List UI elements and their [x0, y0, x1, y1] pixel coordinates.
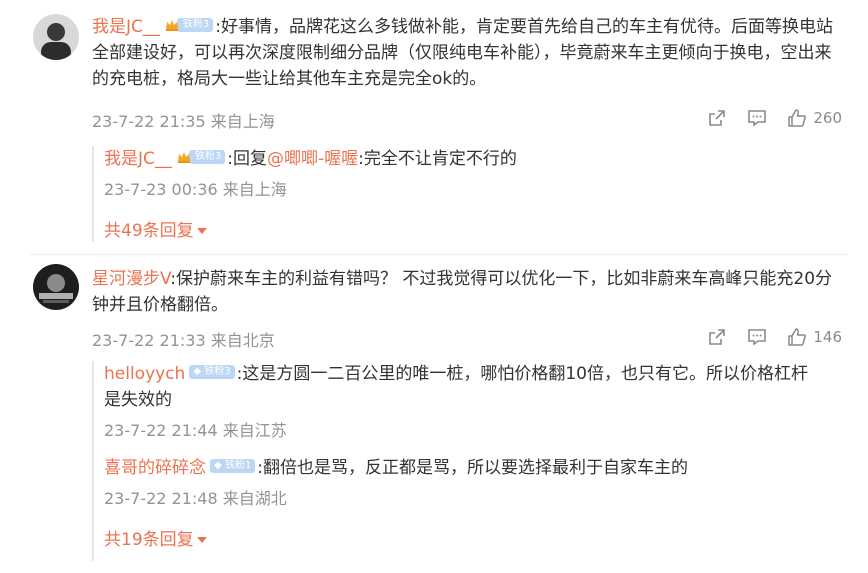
- fan-badge: 铁粉3: [164, 12, 214, 38]
- reply-item: 喜哥的碎碎念 ◆ 铁粉1:翻倍也是骂，反正都是骂，所以要选择最利于自家车主的 23…: [94, 455, 824, 550]
- reply-text: :完全不让肯定不行的: [358, 149, 517, 169]
- comment-meta: 23-7-22 21:33 来自北京: [92, 331, 275, 350]
- reply-text: :翻倍也是骂，反正都是骂，所以要选择最利于自家车主的: [257, 458, 688, 478]
- comment-username[interactable]: 星河漫步V: [92, 269, 170, 289]
- more-replies-button[interactable]: 共49条回复: [104, 216, 824, 241]
- comment-icon[interactable]: [747, 108, 767, 128]
- comment-text: :保护蔚来车主的利益有错吗？ 不过我觉得可以优化一下，比如非蔚来车高峰只能充20…: [92, 269, 833, 315]
- share-icon[interactable]: [707, 108, 727, 128]
- comment-username[interactable]: 我是JC__: [92, 17, 160, 37]
- reply-meta: 23-7-23 00:36 来自上海: [104, 180, 287, 199]
- reply-list: 我是JC__ 铁粉3:回复@唧唧-喔喔:完全不让肯定不行的 23-7-23 00:…: [92, 146, 824, 242]
- reply-item: 我是JC__ 铁粉3:回复@唧唧-喔喔:完全不让肯定不行的 23-7-23 00:…: [94, 146, 824, 241]
- share-icon[interactable]: [707, 327, 727, 347]
- crown-icon: [177, 152, 190, 163]
- fan-badge: ◆ 铁粉3: [189, 359, 235, 385]
- like-icon[interactable]: [787, 108, 807, 128]
- comment-actions: 146: [707, 327, 842, 347]
- reply-username[interactable]: 我是JC__: [104, 149, 172, 169]
- reply-content: 我是JC__ 铁粉3:回复@唧唧-喔喔:完全不让肯定不行的: [104, 146, 824, 172]
- crown-icon: [165, 20, 178, 31]
- like-icon[interactable]: [787, 327, 807, 347]
- comment-icon[interactable]: [747, 327, 767, 347]
- reply-username[interactable]: helloyych: [104, 364, 185, 384]
- avatar[interactable]: [33, 14, 79, 60]
- reply-content: 喜哥的碎碎念 ◆ 铁粉1:翻倍也是骂，反正都是骂，所以要选择最利于自家车主的: [104, 455, 824, 481]
- reply-list: helloyych ◆ 铁粉3:这是方圆一二百公里的唯一桩，哪怕价格翻10倍，也只…: [92, 361, 824, 561]
- reply-username[interactable]: 喜哥的碎碎念: [104, 458, 206, 478]
- comment-actions: 260: [707, 108, 842, 128]
- diamond-icon: ◆: [193, 366, 202, 377]
- fan-badge: 铁粉3: [176, 144, 226, 170]
- fan-badge: ◆ 铁粉1: [210, 453, 256, 479]
- comment-content: 我是JC__ 铁粉3:好事情，品牌花这么多钱做补能，肯定要首先给自己的车主有优待。…: [92, 14, 838, 92]
- like-count: 260: [813, 109, 842, 127]
- reply-item: helloyych ◆ 铁粉3:这是方圆一二百公里的唯一桩，哪怕价格翻10倍，也只…: [94, 361, 824, 441]
- more-replies-button[interactable]: 共19条回复: [104, 525, 824, 550]
- reply-meta: 23-7-22 21:48 来自湖北: [104, 489, 287, 508]
- diamond-icon: ◆: [214, 460, 222, 471]
- comment-content: 星河漫步V:保护蔚来车主的利益有错吗？ 不过我觉得可以优化一下，比如非蔚来车高峰…: [92, 266, 838, 318]
- chevron-down-icon: [196, 537, 207, 543]
- chevron-down-icon: [196, 228, 207, 234]
- reply-prefix: :回复: [227, 149, 267, 169]
- mention-link[interactable]: @唧唧-喔喔: [267, 149, 358, 169]
- like-count: 146: [813, 328, 842, 346]
- reply-content: helloyych ◆ 铁粉3:这是方圆一二百公里的唯一桩，哪怕价格翻10倍，也只…: [104, 361, 824, 413]
- divider: [30, 254, 848, 255]
- comment-meta: 23-7-22 21:35 来自上海: [92, 112, 275, 131]
- reply-meta: 23-7-22 21:44 来自江苏: [104, 421, 287, 440]
- avatar[interactable]: [33, 264, 79, 310]
